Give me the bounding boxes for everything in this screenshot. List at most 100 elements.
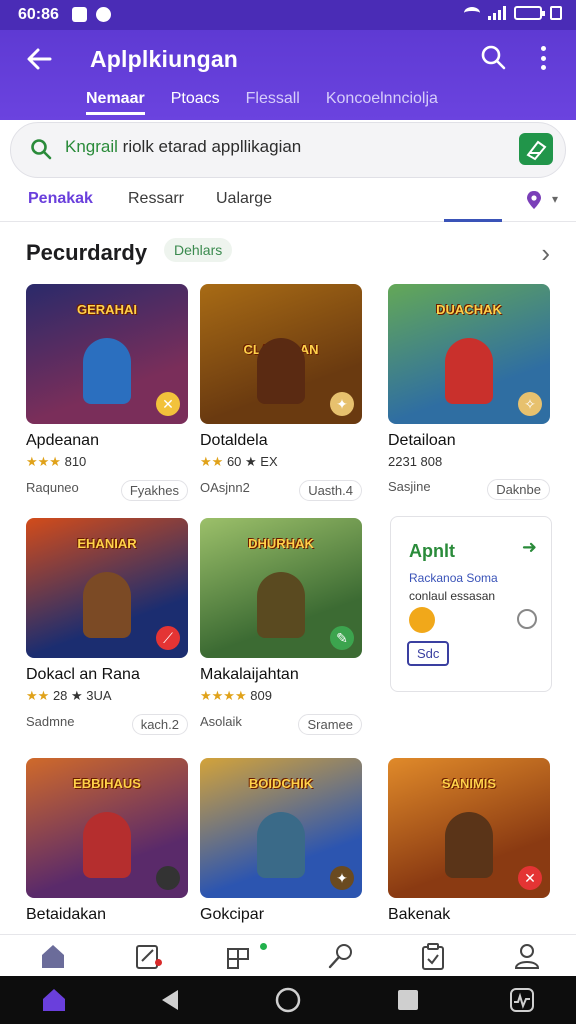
app-rating: ★★ 60 ★ EX: [200, 454, 362, 470]
app-thumbnail[interactable]: GERAHAI ✕: [26, 284, 188, 424]
back-icon[interactable]: [156, 986, 184, 1014]
search-nav-icon[interactable]: [326, 941, 356, 971]
thumbnail-title: EHANIAR: [77, 536, 137, 551]
clipboard-icon[interactable]: [418, 941, 448, 971]
home-icon[interactable]: [38, 941, 68, 971]
thumbnail-title: GERAHAI: [77, 302, 137, 317]
battery-saver-icon: [550, 6, 562, 20]
app-thumbnail[interactable]: EBBIHAUS: [26, 758, 188, 898]
app-footer: OAsjnn2 Uasth.4: [200, 480, 362, 501]
activity-icon[interactable]: [508, 986, 536, 1014]
notification-icon: [72, 7, 87, 22]
badge-icon: ✕: [518, 866, 542, 890]
notification-icon-2: [96, 7, 111, 22]
star-icons: ★★★: [26, 454, 61, 469]
search-query: riolk etarad appllikagian: [122, 137, 302, 156]
home-launcher-icon[interactable]: [40, 986, 68, 1014]
add-icon[interactable]: [517, 609, 537, 629]
home-circle-icon[interactable]: [274, 986, 302, 1014]
app-thumbnail[interactable]: SANIMIS ✕: [388, 758, 550, 898]
app-tag-right[interactable]: kach.2: [131, 714, 188, 735]
app-name: Bakenak: [388, 906, 451, 923]
badge-icon: [156, 866, 180, 890]
app-card[interactable]: DUACHAK ✧ Detailoan 2231 808 Sasjine Dak…: [388, 284, 550, 500]
promo-button[interactable]: Sdc: [407, 641, 450, 666]
wifi-icon: [464, 7, 480, 19]
filter-bar: Penakak Ressarr Ualarge ▾: [0, 178, 576, 222]
character-illustration: [257, 572, 305, 638]
bottom-navigation: [0, 934, 576, 976]
tab-2[interactable]: Ptoacs: [171, 90, 220, 115]
scan-button[interactable]: [519, 133, 553, 165]
app-tag-right[interactable]: Sramee: [298, 714, 362, 735]
search-bar[interactable]: Kngrail riolk etarad appllikagian: [10, 122, 566, 178]
app-tag-right[interactable]: Uasth.4: [299, 480, 362, 501]
rating-text: 28 ★ 3UA: [52, 688, 112, 703]
app-rating: ★★ 28 ★ 3UA: [26, 688, 188, 704]
star-icons: ★★: [200, 454, 224, 469]
system-navigation-bar: [0, 976, 576, 1024]
tab-3[interactable]: Flessall: [246, 90, 300, 115]
promo-card[interactable]: Apnlt ➜ Rackanoa Soma conlaul essasan Sd…: [390, 516, 552, 692]
filter-item-2[interactable]: Ressarr: [128, 190, 184, 208]
thumbnail-title: BOIDCHIK: [248, 776, 314, 791]
status-bar: 60:86: [0, 0, 576, 30]
app-card[interactable]: DHURHAK ✎ Makalaijahtan ★★★★ 809 Asolaik…: [200, 518, 362, 735]
filter-item-1[interactable]: Penakak: [28, 190, 93, 208]
tab-1[interactable]: Nemaar: [86, 90, 145, 115]
filter-item-3[interactable]: Ualarge: [216, 190, 272, 208]
promo-description: conlaul essasan: [409, 589, 496, 603]
rating-text: 810: [64, 454, 87, 469]
badge-icon: ✦: [330, 866, 354, 890]
badge-icon: ✧: [518, 392, 542, 416]
app-thumbnail[interactable]: CLAISULAN ✦: [200, 284, 362, 424]
app-card[interactable]: GERAHAI ✕ Apdeanan ★★★ 810 Raquneo Fyakh…: [26, 284, 188, 501]
search-icon: [29, 137, 53, 161]
app-thumbnail[interactable]: EHANIAR ⟋: [26, 518, 188, 658]
app-tag-left: Sasjine: [388, 479, 431, 494]
character-illustration: [257, 338, 305, 404]
profile-icon[interactable]: [512, 941, 542, 971]
badge-icon: ✕: [156, 392, 180, 416]
badge-dot-green: [260, 943, 267, 950]
app-name: Betaidakan: [26, 906, 107, 923]
recommended-section: Pecurdardy Dehlars › GERAHAI ✕ Apdeanan …: [6, 222, 570, 942]
signal-icon: [488, 6, 506, 20]
back-arrow-icon[interactable]: [24, 44, 54, 74]
chevron-down-icon[interactable]: ▾: [552, 192, 558, 206]
app-card[interactable]: EBBIHAUS Betaidakan: [26, 758, 188, 934]
app-card[interactable]: BOIDCHIK ✦ Gokcipar: [200, 758, 362, 934]
app-card[interactable]: SANIMIS ✕ Bakenak: [388, 758, 550, 934]
chevron-right-icon[interactable]: ›: [541, 238, 550, 269]
badge-icon: ✦: [330, 392, 354, 416]
app-card[interactable]: EHANIAR ⟋ Dokacl an Rana ★★ 28 ★ 3UA Sad…: [26, 518, 188, 735]
badge-icon: ✎: [330, 626, 354, 650]
app-name: Makalaijahtan: [200, 666, 299, 683]
app-tag-right[interactable]: Daknbe: [487, 479, 550, 500]
edit-icon[interactable]: [133, 941, 163, 971]
app-tag-left: Asolaik: [200, 714, 242, 729]
arrow-right-icon[interactable]: ➜: [522, 537, 537, 558]
character-illustration: [83, 572, 131, 638]
app-tag-right[interactable]: Fyakhes: [120, 480, 188, 501]
app-tag-left: OAsjnn2: [200, 480, 250, 495]
app-thumbnail[interactable]: BOIDCHIK ✦: [200, 758, 362, 898]
location-pin-icon[interactable]: [526, 190, 542, 210]
thumbnail-title: SANIMIS: [441, 776, 497, 791]
tab-4[interactable]: Koncoelnnciolja: [326, 90, 438, 115]
section-chip[interactable]: Dehlars: [164, 238, 233, 262]
promo-title: Apnlt: [409, 541, 455, 561]
app-card[interactable]: CLAISULAN ✦ Dotaldela ★★ 60 ★ EX OAsjnn2…: [200, 284, 362, 501]
badge-dot: [155, 959, 162, 966]
more-options-icon[interactable]: [538, 46, 548, 70]
apps-icon[interactable]: [224, 941, 267, 971]
app-thumbnail[interactable]: DHURHAK ✎: [200, 518, 362, 658]
app-rating: 2231 808: [388, 454, 550, 469]
app-name: Dokacl an Rana: [26, 666, 140, 683]
search-icon[interactable]: [480, 44, 506, 70]
app-thumbnail[interactable]: DUACHAK ✧: [388, 284, 550, 424]
recents-icon[interactable]: [394, 986, 422, 1014]
search-input[interactable]: Kngrail riolk etarad appllikagian: [65, 137, 301, 157]
rating-text: 60 ★ EX: [226, 454, 278, 469]
status-time: 60:86: [18, 6, 59, 23]
